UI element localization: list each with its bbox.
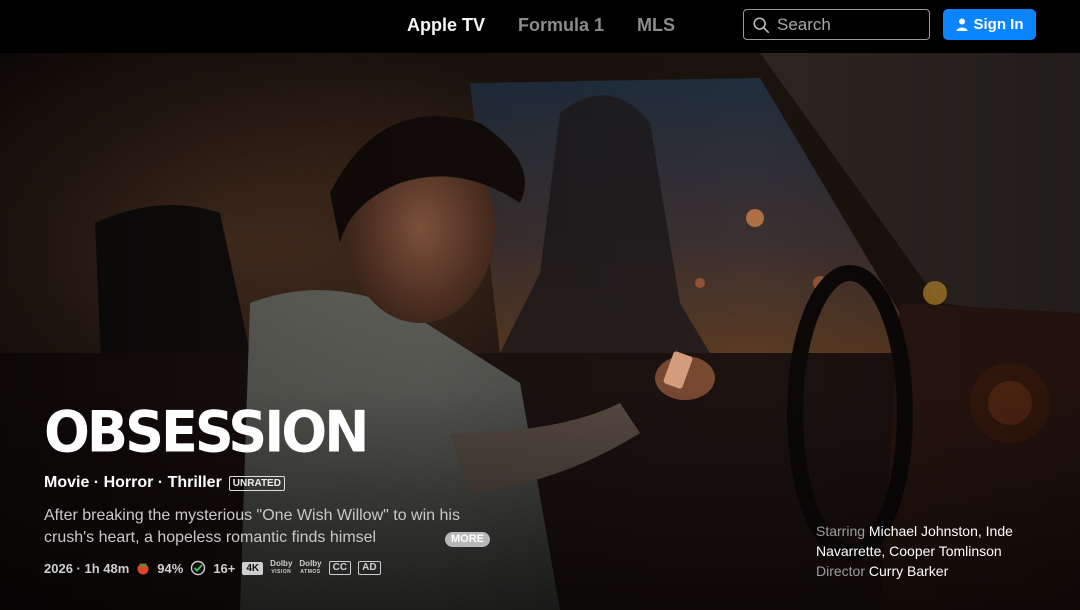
metadata-row: 2026 · 1h 48m 94% 16+ 4K Dolby VISION Do… — [44, 559, 381, 577]
age-rating: 16+ — [213, 560, 236, 576]
credits-block: Starring Michael Johnston, Inde Navarret… — [816, 521, 1046, 581]
tomato-icon — [136, 561, 150, 575]
ad-badge: AD — [358, 561, 381, 575]
critic-score: 94% — [157, 560, 184, 576]
tab-apple-tv[interactable]: Apple TV — [407, 15, 485, 36]
sign-in-button[interactable]: Sign In — [943, 9, 1036, 40]
starring-label: Starring — [816, 523, 866, 539]
person-icon — [956, 18, 967, 31]
genres-text: Movie · Horror · Thriller — [44, 474, 222, 491]
dolby-vision-label: Dolby — [270, 559, 293, 568]
director-label: Director — [816, 563, 866, 579]
dolby-atmos-label: Dolby — [299, 559, 322, 568]
search-input[interactable] — [777, 14, 927, 35]
sign-in-label: Sign In — [973, 16, 1024, 33]
dolby-atmos-sub: ATMOS — [300, 569, 321, 575]
dolby-vision-sub: VISION — [271, 569, 292, 575]
director-line: Director Curry Barker — [816, 561, 1046, 581]
age-rating-check-icon — [190, 560, 206, 576]
rating-badge: UNRATED — [228, 475, 285, 491]
synopsis-text: After breaking the mysterious "One Wish … — [44, 507, 460, 546]
nav-tabs: Apple TV Formula 1 MLS — [407, 0, 708, 50]
tab-mls[interactable]: MLS — [637, 15, 675, 36]
search-box[interactable] — [743, 9, 930, 40]
4k-badge: 4K — [242, 561, 264, 575]
cc-badge: CC — [328, 561, 352, 575]
genre-line: Movie · Horror · Thriller UNRATED — [44, 474, 285, 492]
movie-title-logo: OBSESSION — [44, 399, 369, 466]
dolby-atmos-badge: Dolby ATMOS — [299, 560, 321, 576]
starring-line: Starring Michael Johnston, Inde Navarret… — [816, 521, 1046, 561]
top-nav-bar: Apple TV Formula 1 MLS Sign In — [0, 0, 1080, 53]
search-icon — [753, 16, 770, 33]
tab-formula-1[interactable]: Formula 1 — [518, 15, 604, 36]
year-runtime: 2026 · 1h 48m — [44, 560, 130, 576]
more-button[interactable]: MORE — [445, 532, 490, 547]
director-name: Curry Barker — [868, 563, 949, 579]
dolby-vision-badge: Dolby VISION — [270, 560, 292, 576]
